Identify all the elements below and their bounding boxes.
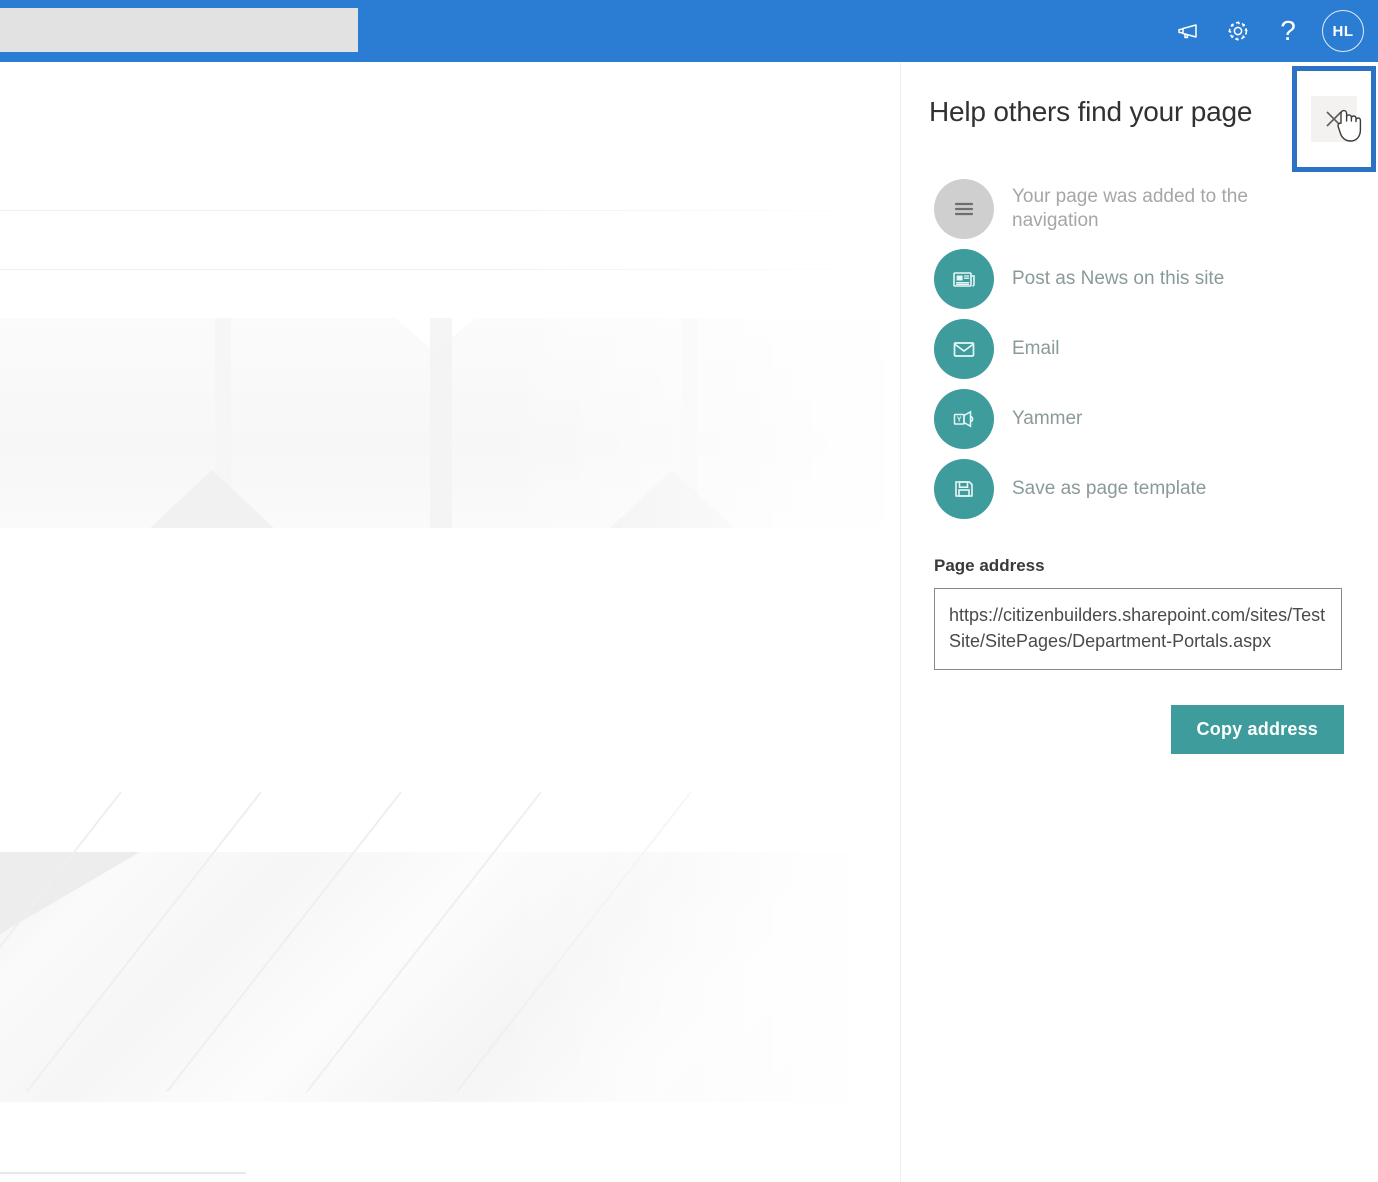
background-shape xyxy=(26,791,262,1093)
page-address-label: Page address xyxy=(934,556,1045,575)
close-button-highlight xyxy=(1292,66,1376,172)
action-row-save-template[interactable]: Save as page template xyxy=(901,454,1378,524)
page-address-section: Page address Copy address xyxy=(901,556,1378,754)
svg-text:Y: Y xyxy=(957,414,962,423)
hamburger-icon xyxy=(934,179,994,239)
action-label-navigation: Your page was added to the navigation xyxy=(1012,186,1248,231)
share-actions-list: Your page was added to the navigation Po… xyxy=(901,174,1378,524)
action-row-email[interactable]: Email xyxy=(901,314,1378,384)
yammer-icon: Y xyxy=(934,389,994,449)
page-background-content xyxy=(0,62,900,1182)
background-secondary-banner xyxy=(0,791,850,1102)
background-shape xyxy=(306,791,542,1093)
background-bottom-divider xyxy=(0,1172,246,1174)
avatar[interactable]: HL xyxy=(1322,10,1364,52)
background-shape xyxy=(610,470,734,528)
floppy-disk-icon xyxy=(934,459,994,519)
action-row-navigation: Your page was added to the navigation xyxy=(901,174,1378,244)
suite-bar: ? HL xyxy=(0,0,1378,62)
suite-bar-actions: ? HL xyxy=(1164,0,1364,62)
app-root: ? HL Help others find your page Your pag… xyxy=(0,0,1378,1182)
megaphone-icon[interactable] xyxy=(1164,7,1212,55)
close-icon xyxy=(1326,111,1342,127)
copy-address-row: Copy address xyxy=(934,705,1344,754)
gear-icon[interactable] xyxy=(1214,7,1262,55)
avatar-initials: HL xyxy=(1332,22,1354,40)
background-shape xyxy=(166,791,402,1093)
background-divider xyxy=(0,210,900,211)
help-glyph: ? xyxy=(1280,15,1296,46)
action-label-yammer: Yammer xyxy=(1012,408,1083,429)
help-others-find-your-page-panel: Help others find your page Your page was… xyxy=(900,62,1378,1182)
panel-header: Help others find your page xyxy=(901,62,1378,172)
action-label-save-template: Save as page template xyxy=(1012,478,1207,499)
background-hero-banner xyxy=(0,318,900,528)
action-row-yammer[interactable]: Y Yammer xyxy=(901,384,1378,454)
close-button[interactable] xyxy=(1311,96,1357,142)
help-icon[interactable]: ? xyxy=(1264,7,1312,55)
action-label-email: Email xyxy=(1012,338,1060,359)
envelope-icon xyxy=(934,319,994,379)
search-input[interactable] xyxy=(0,8,358,52)
background-shape xyxy=(150,470,274,528)
action-row-post-news[interactable]: Post as News on this site xyxy=(901,244,1378,314)
copy-address-button[interactable]: Copy address xyxy=(1170,705,1344,754)
page-address-input[interactable] xyxy=(934,588,1342,670)
page-scrollbar-track[interactable] xyxy=(885,62,898,1182)
news-icon xyxy=(934,249,994,309)
background-divider xyxy=(0,269,900,270)
background-shape xyxy=(456,791,692,1093)
background-shape xyxy=(0,852,140,934)
panel-title: Help others find your page xyxy=(929,96,1253,127)
action-label-post-news: Post as News on this site xyxy=(1012,268,1225,289)
